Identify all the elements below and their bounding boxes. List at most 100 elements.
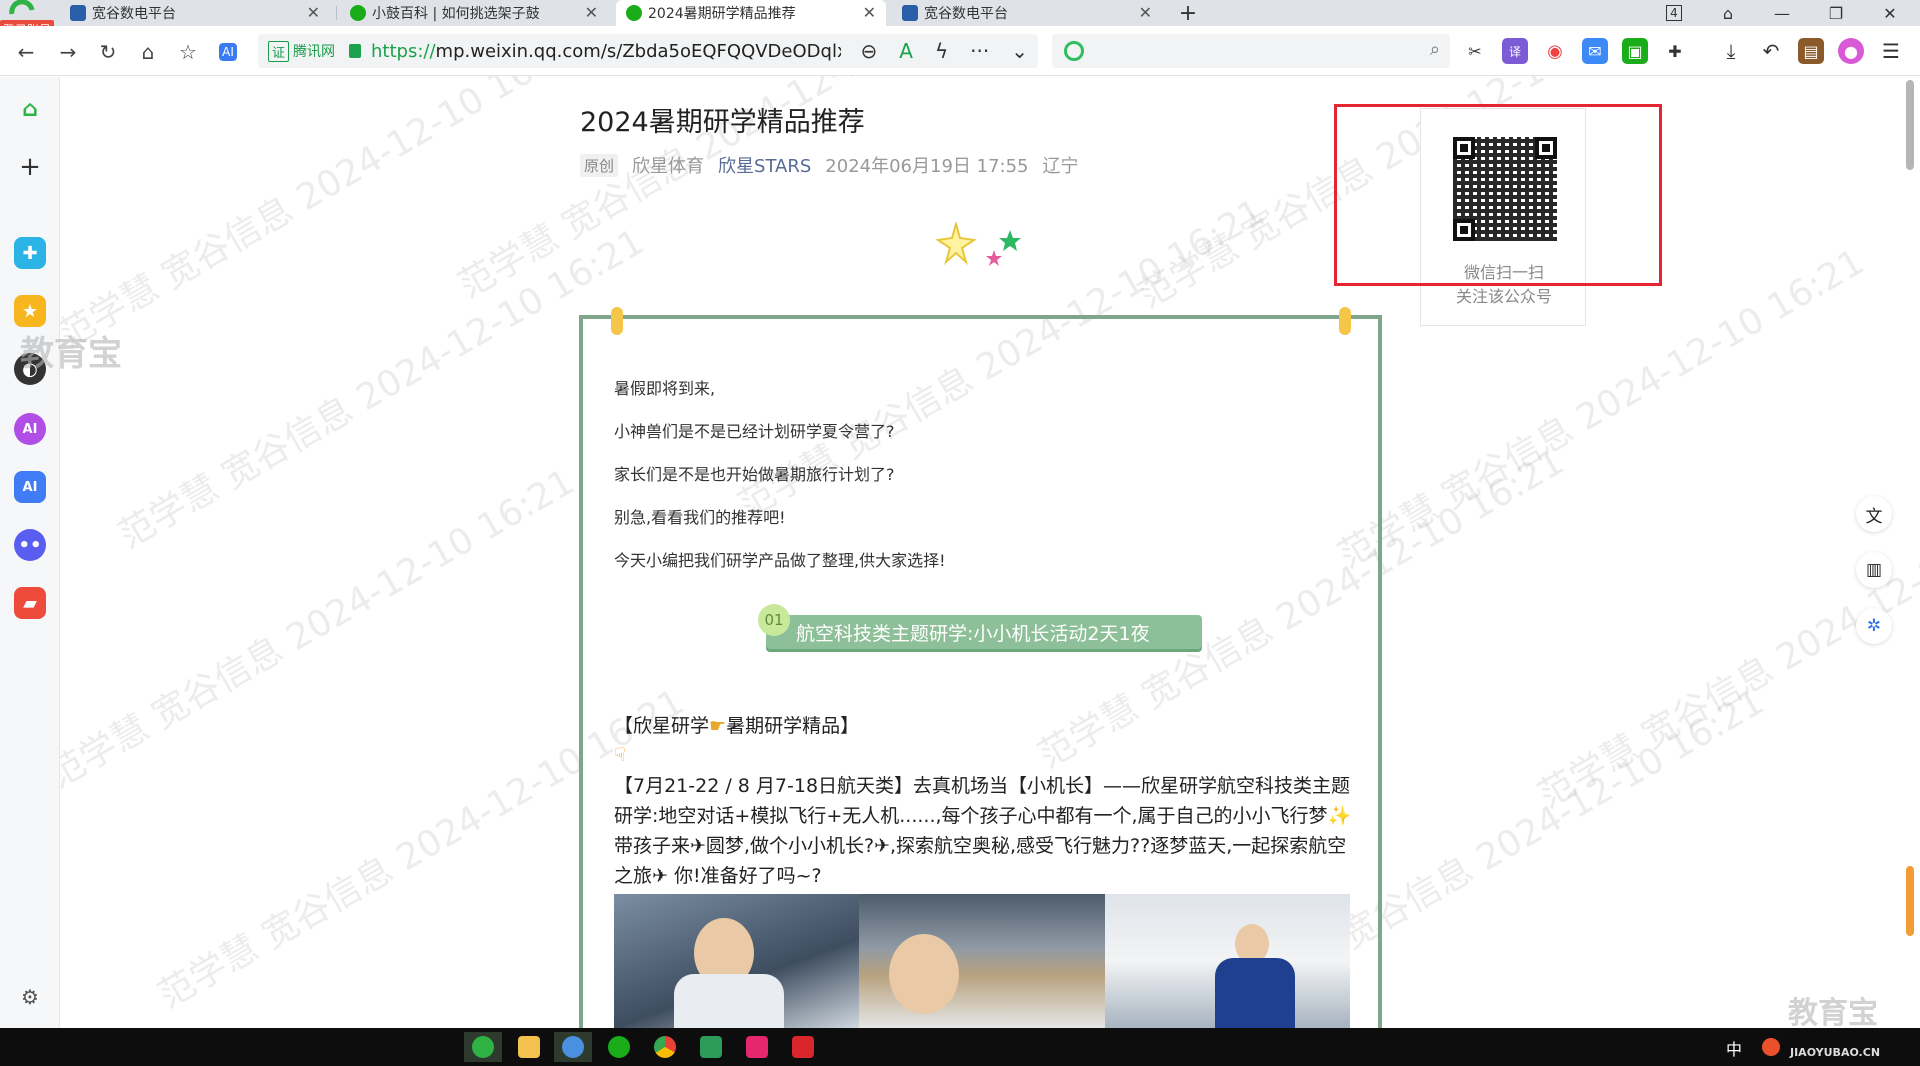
photo-strip bbox=[614, 894, 1350, 1028]
sidebar-gamepad-icon[interactable]: ▰ bbox=[14, 587, 46, 619]
sidebar-star-icon[interactable]: ★ bbox=[14, 295, 46, 327]
taskbar-app[interactable] bbox=[554, 1032, 592, 1062]
address-bar[interactable]: 证 腾讯网 https://mp.weixin.qq.com/s/Zbda5oE… bbox=[258, 34, 1038, 68]
search-engine-icon[interactable] bbox=[1064, 41, 1084, 61]
undo-icon[interactable]: ↶ bbox=[1758, 38, 1784, 64]
read-aloud-icon[interactable]: A bbox=[899, 39, 913, 63]
grid-icon bbox=[70, 5, 86, 21]
close-icon[interactable]: ✕ bbox=[1139, 3, 1152, 22]
intro-line: 别急,看看我们的推荐吧! bbox=[614, 508, 786, 527]
reader-mode-icon[interactable]: ▥ bbox=[1856, 552, 1892, 588]
sidebar-app-icon[interactable]: ✚ bbox=[14, 237, 46, 269]
close-icon[interactable]: ✕ bbox=[585, 3, 598, 22]
intro-line: 小神兽们是不是已经计划研学夏令营了? bbox=[614, 422, 895, 441]
tab-summer-study[interactable]: 2024暑期研学精品推荐 ✕ bbox=[616, 0, 886, 26]
toolbox-icon[interactable]: ▤ bbox=[1798, 38, 1824, 64]
cert-icon: 证 bbox=[268, 40, 290, 62]
intro-line: 暑假即将到来, bbox=[614, 379, 716, 398]
tagline: 【欣星研学☛暑期研学精品】 bbox=[614, 715, 860, 737]
taskbar-terminal[interactable] bbox=[692, 1032, 730, 1062]
grid-icon bbox=[902, 5, 918, 21]
taskbar-sogou[interactable] bbox=[1752, 1032, 1790, 1062]
browser-logo-icon[interactable] bbox=[8, 0, 38, 20]
section-title: 航空科技类主题研学:小小机长活动2天1夜 bbox=[766, 615, 1202, 649]
more-icon[interactable]: ··· bbox=[970, 39, 989, 63]
article-body: 【7月21-22 / 8 月7-18日航天类】去真机场当【小机长】——欣星研学航… bbox=[614, 775, 1352, 887]
close-icon[interactable]: ✕ bbox=[863, 3, 876, 22]
weibo-icon[interactable]: ◉ bbox=[1542, 38, 1568, 64]
photo-plane[interactable] bbox=[1104, 894, 1350, 1028]
taskbar-media[interactable] bbox=[738, 1032, 776, 1062]
taskbar-wps[interactable] bbox=[784, 1032, 822, 1062]
sidebar-add-icon[interactable]: + bbox=[14, 151, 46, 183]
wechat-ext-icon[interactable]: ▣ bbox=[1622, 38, 1648, 64]
mail-icon[interactable]: ✉ bbox=[1582, 38, 1608, 64]
ime-indicator[interactable]: 中 bbox=[1726, 1036, 1742, 1060]
chevron-down-icon[interactable]: ⌄ bbox=[1011, 39, 1028, 63]
translate-icon[interactable]: 译 bbox=[1502, 38, 1528, 64]
sidebar-home-icon[interactable]: ⌂ bbox=[14, 93, 46, 125]
tab-label: 宽谷数电平台 bbox=[92, 6, 176, 22]
search-box[interactable]: ⌕ bbox=[1052, 34, 1450, 68]
window-close-icon[interactable]: ✕ bbox=[1868, 0, 1912, 26]
publish-location: 辽宁 bbox=[1042, 156, 1079, 177]
home-icon[interactable]: ⌂ bbox=[134, 38, 162, 66]
side-indicator bbox=[1906, 866, 1914, 936]
watermark-logo: 教育宝 bbox=[1788, 996, 1878, 1031]
tab-label: 宽谷数电平台 bbox=[924, 6, 1008, 22]
sidebar-settings-icon[interactable]: ⚙ bbox=[14, 981, 46, 1013]
menu-icon[interactable]: ☰ bbox=[1878, 38, 1904, 64]
cert-org: 腾讯网 bbox=[293, 44, 336, 60]
sidebar-ai-icon[interactable]: AI bbox=[14, 413, 46, 445]
pointing-down-icon: ☟ bbox=[614, 744, 626, 766]
translate-tool-icon[interactable]: 文 bbox=[1856, 496, 1892, 532]
publish-date: 2024年06月19日 17:55 bbox=[825, 156, 1029, 177]
tab-counter[interactable]: 4 bbox=[1652, 0, 1696, 26]
close-icon[interactable]: ✕ bbox=[307, 3, 320, 22]
tab-drum-wiki[interactable]: 小鼓百科 | 如何挑选架子鼓 ✕ bbox=[340, 0, 608, 26]
tab-label: 小鼓百科 | 如何挑选架子鼓 bbox=[372, 6, 540, 22]
watermark-text: 范学慧 宽谷信息 2024-12-10 16:21 bbox=[111, 221, 652, 557]
account-link[interactable]: 欣星STARS bbox=[718, 152, 811, 178]
forward-icon[interactable]: → bbox=[54, 38, 82, 66]
taskbar-explorer[interactable] bbox=[510, 1032, 548, 1062]
wechat-icon bbox=[350, 5, 366, 21]
favorites-icon[interactable]: ☆ bbox=[174, 38, 202, 66]
network-icon[interactable]: ✲ bbox=[1856, 608, 1892, 644]
restore-icon[interactable]: ❐ bbox=[1814, 0, 1858, 26]
new-tab-icon[interactable]: + bbox=[1166, 0, 1210, 26]
minimize-icon[interactable]: — bbox=[1760, 0, 1804, 26]
ai-icon[interactable]: AI bbox=[214, 38, 242, 66]
article-title: 2024暑期研学精品推荐 bbox=[580, 107, 865, 138]
avatar-icon[interactable]: ● bbox=[1838, 38, 1864, 64]
sidebar-ai2-icon[interactable]: AI bbox=[14, 471, 46, 503]
lightning-icon[interactable]: ϟ bbox=[935, 39, 948, 63]
tab-kuangu-1[interactable]: 宽谷数电平台 ✕ bbox=[60, 0, 330, 26]
reload-icon[interactable]: ↻ bbox=[94, 38, 122, 66]
navigation-bar: ← → ↻ ⌂ ☆ AI 证 腾讯网 https://mp.weixin.qq.… bbox=[0, 26, 1920, 76]
extensions-icon[interactable]: ✚ bbox=[1662, 38, 1688, 64]
left-sidebar: ⌂ + ✚ ★ ◐ AI AI •• ▰ ⚙ bbox=[0, 77, 60, 1028]
skin-icon[interactable]: ⌂ bbox=[1706, 0, 1750, 26]
watermark-text: 范学慧 宽谷信息 2024-12-10 16:21 bbox=[41, 461, 582, 797]
photo-cockpit[interactable] bbox=[614, 894, 860, 1028]
stars-decoration-icon bbox=[936, 222, 1021, 266]
download-icon[interactable]: ⤓ bbox=[1718, 38, 1744, 64]
sidebar-bot-icon[interactable]: •• bbox=[14, 529, 46, 561]
qr-caption-follow: 关注该公众号 bbox=[1455, 287, 1552, 306]
pointing-hand-icon: ☛ bbox=[709, 715, 727, 737]
wechat-icon bbox=[626, 5, 642, 21]
scrollbar-thumb[interactable] bbox=[1906, 80, 1914, 170]
tab-kuangu-2[interactable]: 宽谷数电平台 ✕ bbox=[892, 0, 1162, 26]
taskbar-chrome[interactable] bbox=[646, 1032, 684, 1062]
search-icon[interactable]: ⌕ bbox=[1430, 39, 1440, 60]
scissors-icon[interactable]: ✂ bbox=[1462, 38, 1488, 64]
back-icon[interactable]: ← bbox=[12, 38, 40, 66]
taskbar-wechat[interactable] bbox=[600, 1032, 638, 1062]
intro-line: 今天小编把我们研学产品做了整理,供大家选择! bbox=[614, 551, 946, 570]
photo-boy[interactable] bbox=[859, 894, 1105, 1028]
zoom-icon[interactable]: ⊖ bbox=[861, 39, 878, 63]
tab-label: 2024暑期研学精品推荐 bbox=[648, 6, 796, 22]
taskbar-browser[interactable] bbox=[464, 1032, 502, 1062]
url-text[interactable]: https://mp.weixin.qq.com/s/Zbda5oEQFQQVD… bbox=[371, 41, 841, 62]
